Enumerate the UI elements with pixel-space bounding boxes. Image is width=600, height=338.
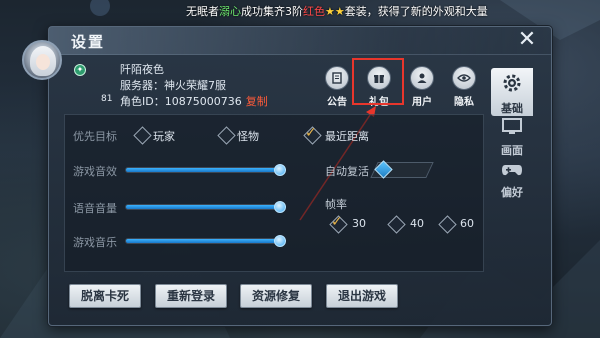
music-fill <box>126 239 280 243</box>
tab-preference[interactable]: 偏好 <box>491 160 533 208</box>
game-sfx-label: 游戏音效 <box>73 165 117 178</box>
settings-area <box>64 114 484 272</box>
voice-volume-fill <box>126 205 280 209</box>
relogin-button[interactable]: 重新登录 <box>155 284 227 308</box>
checkmark-icon: ✓ <box>305 125 317 141</box>
fps-option-60: 60 <box>460 217 474 230</box>
tab-preference-label: 偏好 <box>501 186 523 199</box>
fps-option-30: 30 <box>352 217 366 230</box>
fps-label: 帧率 <box>325 198 347 211</box>
repair-button[interactable]: 资源修复 <box>240 284 312 308</box>
unstuck-button[interactable]: 脱离卡死 <box>69 284 141 308</box>
voice-volume-label: 语音音量 <box>73 202 117 215</box>
priority-label: 优先目标 <box>73 130 117 143</box>
tab-basic[interactable]: 基础 <box>491 68 533 116</box>
music-knob[interactable] <box>274 235 286 247</box>
tab-display-label: 画面 <box>501 144 523 157</box>
gear-icon <box>503 74 521 92</box>
gamepad-icon <box>502 165 522 176</box>
game-sfx-slider[interactable] <box>125 167 281 173</box>
priority-option-player: 玩家 <box>153 130 175 143</box>
fps-checkmark-icon: ✓ <box>331 214 343 230</box>
auto-revive-label: 自动复活 <box>325 165 369 178</box>
fps-option-40: 40 <box>410 217 424 230</box>
music-slider[interactable] <box>125 238 281 244</box>
game-sfx-fill <box>126 168 280 172</box>
tab-display[interactable]: 画面 <box>491 116 533 164</box>
monitor-icon <box>502 118 522 134</box>
music-label: 游戏音乐 <box>73 236 117 249</box>
priority-option-nearest: 最近距离 <box>325 130 369 143</box>
game-sfx-knob[interactable] <box>274 164 286 176</box>
priority-option-monster: 怪物 <box>237 130 259 143</box>
voice-volume-slider[interactable] <box>125 204 281 210</box>
quit-button[interactable]: 退出游戏 <box>326 284 398 308</box>
tab-basic-label: 基础 <box>501 102 523 115</box>
voice-volume-knob[interactable] <box>274 201 286 213</box>
